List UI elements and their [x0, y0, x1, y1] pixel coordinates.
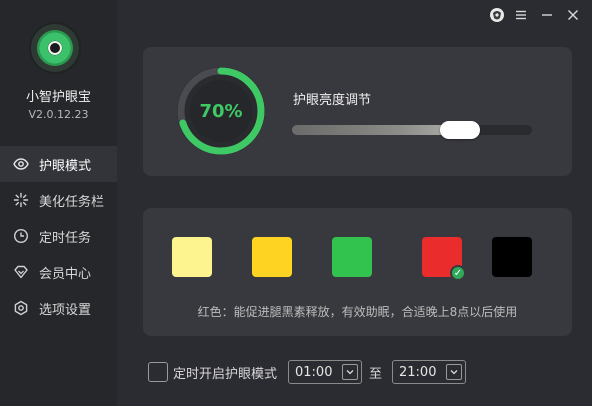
- gear-icon: [12, 299, 30, 317]
- end-time-select[interactable]: 21:00: [392, 360, 466, 384]
- sidebar-item-vip[interactable]: 会员中心: [0, 254, 117, 290]
- diamond-icon: [12, 263, 30, 281]
- color-description: 红色：能促进腿黑素释放，有效助眠，合适晚上8点以后使用: [197, 305, 518, 319]
- color-swatch-black[interactable]: [492, 237, 532, 277]
- sidebar-item-settings[interactable]: 选项设置: [0, 290, 117, 326]
- chevron-down-icon: [446, 364, 462, 380]
- clock-icon: [12, 227, 30, 245]
- app-name: 小智护眼宝: [25, 90, 91, 105]
- sparkle-icon: [12, 191, 30, 209]
- titlebar: [452, 0, 592, 30]
- selected-check-icon: ✓: [450, 265, 466, 281]
- color-panel: ✓ 红色：能促进腿黑素释放，有效助眠，合适晚上8点以后使用: [143, 208, 572, 336]
- timer-checkbox[interactable]: [148, 362, 168, 382]
- color-swatch-yellow[interactable]: [252, 237, 292, 277]
- sidebar-item-label: 护眼模式: [39, 158, 92, 174]
- close-icon[interactable]: [564, 6, 582, 24]
- brightness-label: 护眼亮度调节: [293, 93, 372, 108]
- timer-checkbox-label: 定时开启护眼模式: [173, 367, 278, 382]
- brightness-panel: 70% 护眼亮度调节: [143, 47, 572, 176]
- eye-icon: [12, 155, 30, 173]
- time-separator: 至: [369, 367, 383, 382]
- end-time-value: 21:00: [399, 364, 437, 380]
- brightness-value: 70%: [199, 100, 243, 122]
- chevron-down-icon: [342, 364, 358, 380]
- menu-icon[interactable]: [512, 6, 530, 24]
- sidebar-item-label: 美化任务栏: [39, 194, 105, 210]
- app-version: V2.0.12.23: [28, 108, 89, 121]
- sidebar-item-eye-mode[interactable]: 护眼模式: [0, 146, 117, 182]
- start-time-select[interactable]: 01:00: [288, 360, 362, 384]
- color-swatch-yellow-light[interactable]: [172, 237, 212, 277]
- brightness-slider-thumb[interactable]: [440, 121, 480, 139]
- sidebar-item-label: 定时任务: [39, 230, 92, 246]
- minimize-icon[interactable]: [538, 6, 556, 24]
- sidebar-nav: 护眼模式 美化任务栏 定时任务 会员中心 选项设置: [0, 146, 117, 326]
- sidebar-item-taskbar[interactable]: 美化任务栏: [0, 182, 117, 218]
- sidebar-item-label: 会员中心: [39, 266, 92, 282]
- sidebar-item-label: 选项设置: [39, 302, 92, 318]
- sidebar: 小智护眼宝 V2.0.12.23 护眼模式 美化任务栏 定时任务 会员中心 选项…: [0, 0, 117, 406]
- color-swatch-green[interactable]: [332, 237, 372, 277]
- sidebar-item-timer[interactable]: 定时任务: [0, 218, 117, 254]
- app-logo-icon: [31, 24, 79, 72]
- start-time-value: 01:00: [295, 364, 333, 380]
- brightness-slider-track[interactable]: [292, 125, 532, 135]
- skin-icon[interactable]: [488, 6, 506, 24]
